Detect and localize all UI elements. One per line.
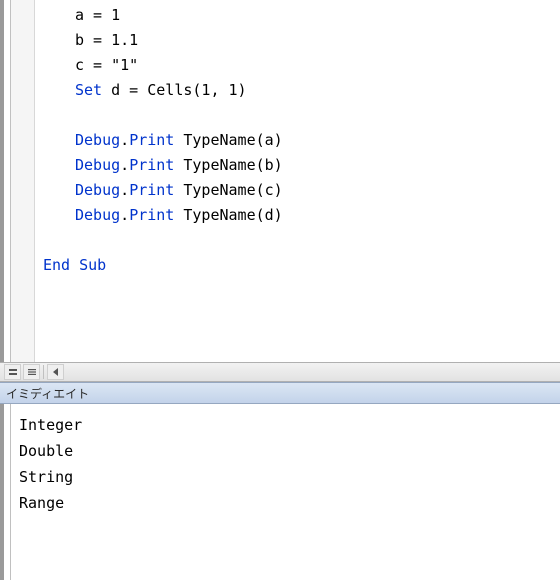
toolbar-separator: [43, 365, 44, 379]
code-editor-pane[interactable]: a = 1 b = 1.1 c = "1" Set d = Cells(1, 1) De…: [0, 0, 560, 362]
code-line[interactable]: b = 1.1: [35, 28, 560, 53]
keyword-token: Set: [75, 81, 102, 99]
immediate-output[interactable]: IntegerDoubleStringRange: [10, 404, 560, 580]
full-module-view-button[interactable]: [23, 364, 40, 380]
code-token: .: [120, 206, 129, 224]
keyword-token: Print: [129, 206, 174, 224]
immediate-title-text: イミディエイト: [6, 385, 89, 402]
immediate-line: Integer: [19, 412, 560, 438]
keyword-token: Print: [129, 156, 174, 174]
keyword-token: Debug: [75, 131, 120, 149]
keyword-token: End Sub: [43, 256, 106, 274]
code-token: TypeName(c): [174, 181, 282, 199]
immediate-line: Double: [19, 438, 560, 464]
keyword-token: Print: [129, 131, 174, 149]
code-line[interactable]: Debug.Print TypeName(b): [35, 153, 560, 178]
code-line[interactable]: c = "1": [35, 53, 560, 78]
code-token: .: [120, 131, 129, 149]
code-line[interactable]: [35, 103, 560, 128]
scroll-left-button[interactable]: [47, 364, 64, 380]
code-token: TypeName(a): [174, 131, 282, 149]
code-line[interactable]: [35, 228, 560, 253]
keyword-token: Debug: [75, 181, 120, 199]
immediate-line: String: [19, 464, 560, 490]
immediate-window[interactable]: IntegerDoubleStringRange: [0, 404, 560, 580]
code-line[interactable]: Debug.Print TypeName(d): [35, 203, 560, 228]
code-token: TypeName(b): [174, 156, 282, 174]
procedure-view-button[interactable]: [4, 364, 21, 380]
code-line[interactable]: Debug.Print TypeName(a): [35, 128, 560, 153]
code-token: a = 1: [75, 6, 120, 24]
code-line[interactable]: End Sub: [35, 253, 560, 278]
code-token: TypeName(d): [174, 206, 282, 224]
code-token: .: [120, 181, 129, 199]
code-line[interactable]: Debug.Print TypeName(c): [35, 178, 560, 203]
code-line[interactable]: Set d = Cells(1, 1): [35, 78, 560, 103]
view-toolbar: [0, 362, 560, 382]
code-token: c = "1": [75, 56, 138, 74]
keyword-token: Debug: [75, 206, 120, 224]
code-token: .: [120, 156, 129, 174]
code-margin: [11, 0, 35, 362]
keyword-token: Print: [129, 181, 174, 199]
keyword-token: Debug: [75, 156, 120, 174]
immediate-window-title: イミディエイト: [0, 382, 560, 404]
code-token: d = Cells(1, 1): [102, 81, 247, 99]
code-line[interactable]: a = 1: [35, 3, 560, 28]
code-token: b = 1.1: [75, 31, 138, 49]
immediate-line: Range: [19, 490, 560, 516]
code-content[interactable]: a = 1 b = 1.1 c = "1" Set d = Cells(1, 1) De…: [35, 0, 560, 278]
